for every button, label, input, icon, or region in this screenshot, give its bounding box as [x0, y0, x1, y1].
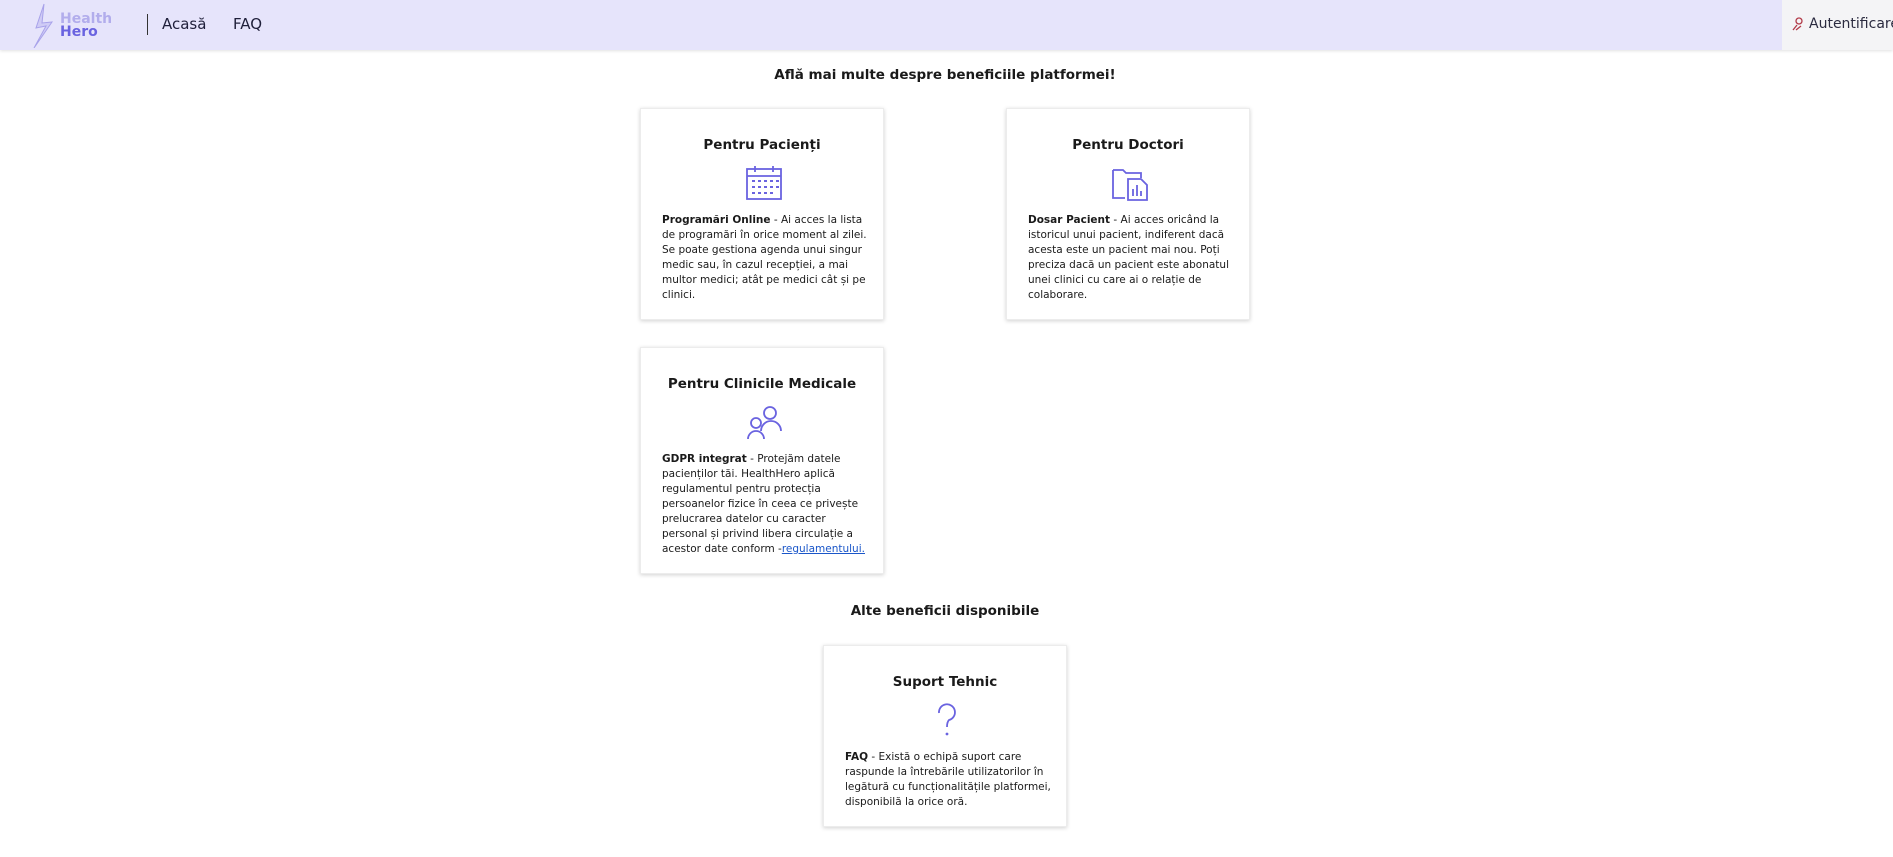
nav-divider	[147, 14, 148, 35]
question-icon	[938, 703, 956, 736]
card-lead: Dosar Pacient	[1028, 214, 1111, 226]
card-body: - Există o echipă suport care raspunde l…	[845, 751, 1051, 808]
card-clinics: Pentru Clinicile Medicale GDPR integrat …	[640, 347, 884, 574]
people-icon	[747, 406, 782, 440]
nav-home-link[interactable]: Acasă	[162, 15, 206, 33]
card-lead: Programări Online	[662, 214, 771, 226]
card-title: Pentru Clinicile Medicale	[667, 376, 857, 392]
card-body: - Protejăm datele pacienților tăi. Healt…	[662, 453, 859, 555]
calendar-icon	[746, 166, 782, 200]
card-lead: FAQ	[845, 751, 869, 763]
card-description: FAQ - Există o echipă suport care raspun…	[845, 750, 1053, 810]
card-support: Suport Tehnic FAQ - Există o echipă supo…	[823, 645, 1067, 827]
card-description: Dosar Pacient - Ai acces oricând la isto…	[1028, 213, 1236, 303]
card-title: Pentru Doctori	[1072, 137, 1184, 153]
card-title: Suport Tehnic	[892, 674, 998, 690]
card-description: GDPR integrat - Protejăm datele pacienți…	[662, 452, 870, 557]
card-doctors: Pentru Doctori Dosar Pacient - Ai acces …	[1006, 108, 1250, 320]
card-body: - Ai acces oricând la istoricul unui pac…	[1028, 214, 1229, 301]
patient-file-icon	[1112, 169, 1148, 201]
logo-hero: Hero	[60, 24, 98, 40]
logo-text: Health Hero	[60, 12, 112, 40]
login-label: Autentificare	[1809, 16, 1893, 32]
navbar: Health Hero Acasă FAQ Autentificare	[0, 0, 1893, 50]
card-description: Programări Online - Ai acces la lista de…	[662, 213, 870, 303]
gdpr-regulation-link[interactable]: regulamentului.	[782, 543, 865, 555]
nav-faq-link[interactable]: FAQ	[233, 15, 262, 33]
benefits-section-title: Află mai multe despre beneficiile platfo…	[774, 67, 1116, 83]
card-lead: GDPR integrat	[662, 453, 747, 465]
card-body: - Ai acces la lista de programări în ori…	[662, 214, 867, 301]
login-button[interactable]: Autentificare	[1782, 0, 1893, 50]
card-title: Pentru Pacienți	[703, 137, 821, 153]
card-patients: Pentru Pacienți Programări Online - Ai a…	[640, 108, 884, 320]
login-icon	[1792, 17, 1803, 31]
other-benefits-title: Alte beneficii disponibile	[850, 603, 1040, 619]
